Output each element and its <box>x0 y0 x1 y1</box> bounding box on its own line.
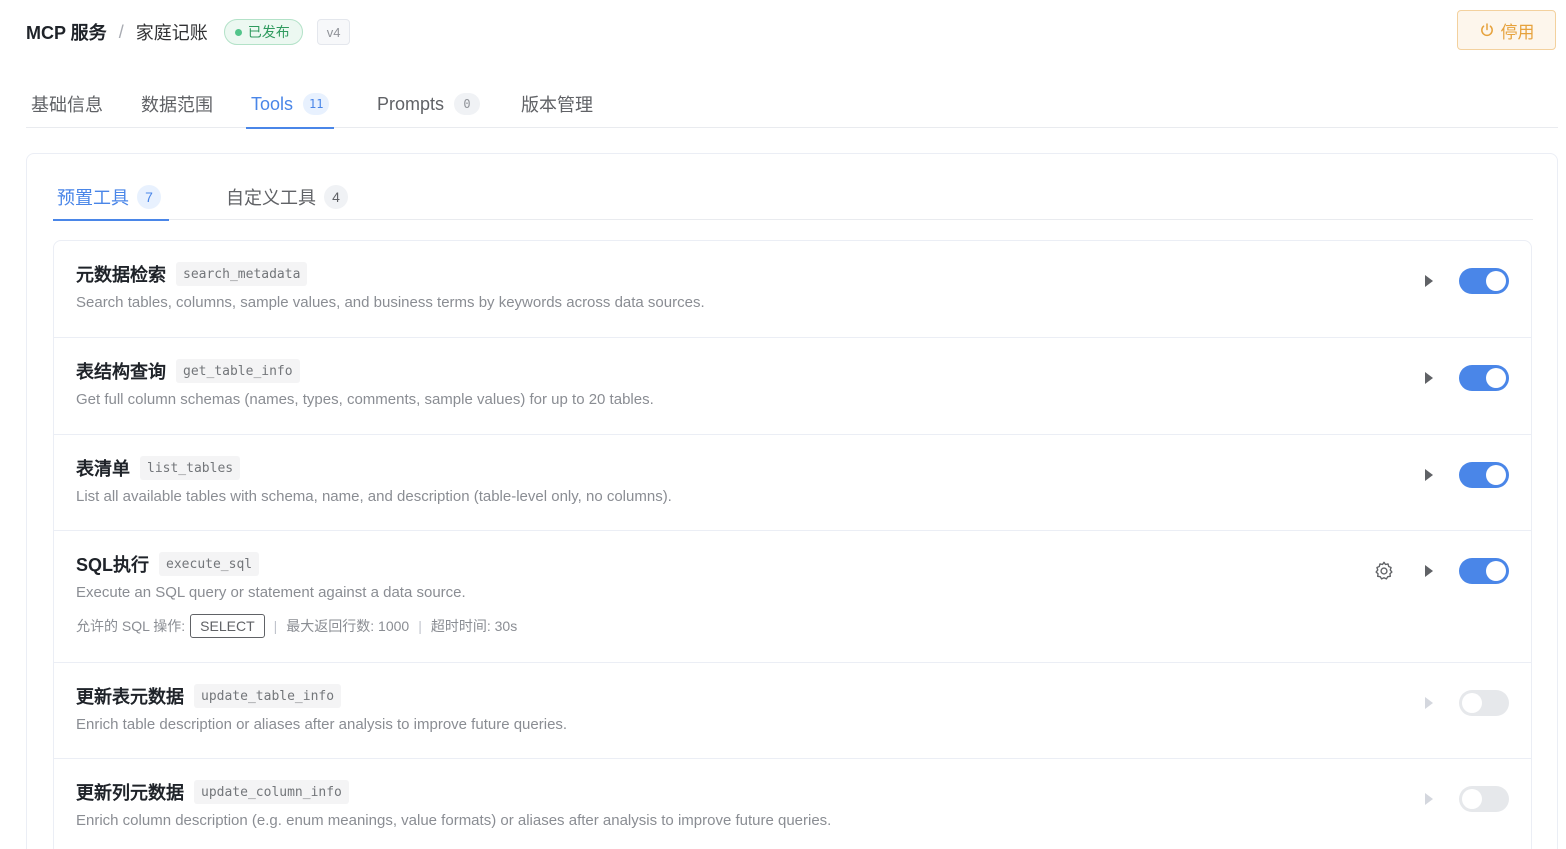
sql-op-tag: SELECT <box>190 614 265 638</box>
subtab-label: 预置工具 <box>57 188 129 208</box>
allowed-ops-label: 允许的 SQL 操作: <box>76 618 186 634</box>
caret-right-icon[interactable] <box>1423 564 1435 578</box>
tab-count-badge: 11 <box>303 93 330 115</box>
tool-description: Execute an SQL query or statement agains… <box>76 584 466 601</box>
row-actions <box>1423 690 1509 716</box>
max-rows-text: 最大返回行数: 1000 <box>286 618 410 634</box>
disable-button-label: 停用 <box>1500 22 1535 42</box>
toggle-knob <box>1486 561 1506 581</box>
tool-row-update-table-info: 更新表元数据 update_table_info Enrich table de… <box>54 663 1531 759</box>
subtab-count-badge: 4 <box>324 185 348 209</box>
tool-code-tag: get_table_info <box>176 359 300 383</box>
enable-toggle[interactable] <box>1459 268 1509 294</box>
tab-label: Tools <box>251 93 294 114</box>
tool-config-summary: 允许的 SQL 操作: SELECT | 最大返回行数: 1000 | 超时时间… <box>76 614 1509 638</box>
toggle-knob <box>1486 368 1506 388</box>
tool-code-tag: update_table_info <box>194 684 342 708</box>
tab-tools[interactable]: Tools 11 <box>246 80 335 129</box>
tool-row-list-tables: 表清单 list_tables List all available table… <box>54 435 1531 531</box>
tool-code-tag: search_metadata <box>176 262 308 286</box>
caret-right-icon <box>1423 792 1435 806</box>
tool-header: SQL执行 execute_sql <box>76 551 1509 577</box>
subtab-custom-tools[interactable]: 自定义工具 4 <box>222 174 352 220</box>
row-actions <box>1423 268 1509 294</box>
tab-basic-info[interactable]: 基础信息 <box>31 80 103 128</box>
tool-description: Enrich column description (e.g. enum mea… <box>76 812 832 829</box>
tool-description: Search tables, columns, sample values, a… <box>76 294 705 311</box>
subtab-preset-tools[interactable]: 预置工具 7 <box>53 174 169 221</box>
row-actions <box>1373 558 1509 584</box>
tab-label: 基础信息 <box>31 95 103 115</box>
status-badge: 已发布 <box>223 19 303 45</box>
enable-toggle[interactable] <box>1459 558 1509 584</box>
power-icon <box>1480 23 1493 37</box>
caret-right-icon[interactable] <box>1423 468 1435 482</box>
tool-header: 更新列元数据 update_column_info <box>76 779 1509 805</box>
enable-toggle[interactable] <box>1459 690 1509 716</box>
breadcrumb-separator: / <box>118 21 124 42</box>
gear-icon[interactable] <box>1373 560 1395 582</box>
row-actions <box>1423 365 1509 391</box>
version-badge: v4 <box>316 19 351 45</box>
tab-prompts[interactable]: Prompts 0 <box>377 80 481 128</box>
tool-list: 元数据检索 search_metadata Search tables, col… <box>53 240 1532 849</box>
tab-count-badge: 0 <box>454 93 481 115</box>
tool-description: Enrich table description or aliases afte… <box>76 716 568 733</box>
tool-name: 更新表元数据 <box>76 687 184 707</box>
tool-name: 元数据检索 <box>76 265 166 285</box>
status-dot-icon <box>234 28 242 36</box>
tool-code-tag: update_column_info <box>194 780 349 804</box>
row-actions <box>1423 462 1509 488</box>
meta-separator: | <box>273 618 278 634</box>
tab-version-management[interactable]: 版本管理 <box>521 80 593 128</box>
tool-header: 更新表元数据 update_table_info <box>76 683 1509 709</box>
caret-right-icon[interactable] <box>1423 371 1435 385</box>
tool-row-search-metadata: 元数据检索 search_metadata Search tables, col… <box>54 241 1531 338</box>
main-tabs: 基础信息 数据范围 Tools 11 Prompts 0 版本管理 <box>26 80 1558 129</box>
subtab-count-badge: 7 <box>137 185 161 209</box>
toggle-knob <box>1462 789 1482 809</box>
status-text: 已发布 <box>247 24 290 40</box>
page-title: 家庭记账 <box>135 23 208 43</box>
tool-name: 更新列元数据 <box>76 783 184 803</box>
tab-label: Prompts <box>377 93 445 114</box>
tool-code-tag: execute_sql <box>159 552 260 576</box>
breadcrumb-service[interactable]: MCP 服务 <box>26 19 107 45</box>
tools-panel: 预置工具 7 自定义工具 4 元数据检索 search_metadata Sea… <box>26 153 1558 849</box>
tool-description: Get full column schemas (names, types, c… <box>76 391 654 408</box>
enable-toggle[interactable] <box>1459 786 1509 812</box>
enable-toggle[interactable] <box>1459 365 1509 391</box>
tool-header: 表结构查询 get_table_info <box>76 358 1509 384</box>
timeout-text: 超时时间: 30s <box>430 618 518 634</box>
toggle-knob <box>1462 693 1482 713</box>
tool-name: 表清单 <box>76 459 130 479</box>
caret-right-icon <box>1423 696 1435 710</box>
toggle-knob <box>1486 465 1506 485</box>
row-actions <box>1423 786 1509 812</box>
tool-header: 表清单 list_tables <box>76 455 1509 481</box>
tool-name: SQL执行 <box>76 555 150 575</box>
tab-data-scope[interactable]: 数据范围 <box>141 80 213 128</box>
enable-toggle[interactable] <box>1459 462 1509 488</box>
tool-row-update-column-info: 更新列元数据 update_column_info Enrich column … <box>54 759 1531 849</box>
tab-label: 数据范围 <box>141 95 213 115</box>
meta-separator: | <box>418 618 422 634</box>
tool-name: 表结构查询 <box>76 362 166 382</box>
disable-button[interactable]: 停用 <box>1457 10 1556 50</box>
tool-type-tabs: 预置工具 7 自定义工具 4 <box>53 174 1533 221</box>
toggle-knob <box>1486 271 1506 291</box>
tab-label: 版本管理 <box>521 95 593 115</box>
tool-header: 元数据检索 search_metadata <box>76 261 1509 287</box>
tool-code-tag: list_tables <box>140 456 241 480</box>
tool-row-get-table-info: 表结构查询 get_table_info Get full column sch… <box>54 338 1531 435</box>
page-header: MCP 服务 / 家庭记账 已发布 v4 停用 <box>26 10 1556 50</box>
tool-description: List all available tables with schema, n… <box>76 488 672 505</box>
breadcrumb: MCP 服务 / 家庭记账 已发布 v4 <box>26 19 351 45</box>
page: MCP 服务 / 家庭记账 已发布 v4 停用 基础信息 数据范围 Tools <box>0 0 1566 849</box>
tool-row-execute-sql: SQL执行 execute_sql Execute an SQL query o… <box>54 531 1531 663</box>
subtab-label: 自定义工具 <box>226 188 316 208</box>
caret-right-icon[interactable] <box>1423 274 1435 288</box>
